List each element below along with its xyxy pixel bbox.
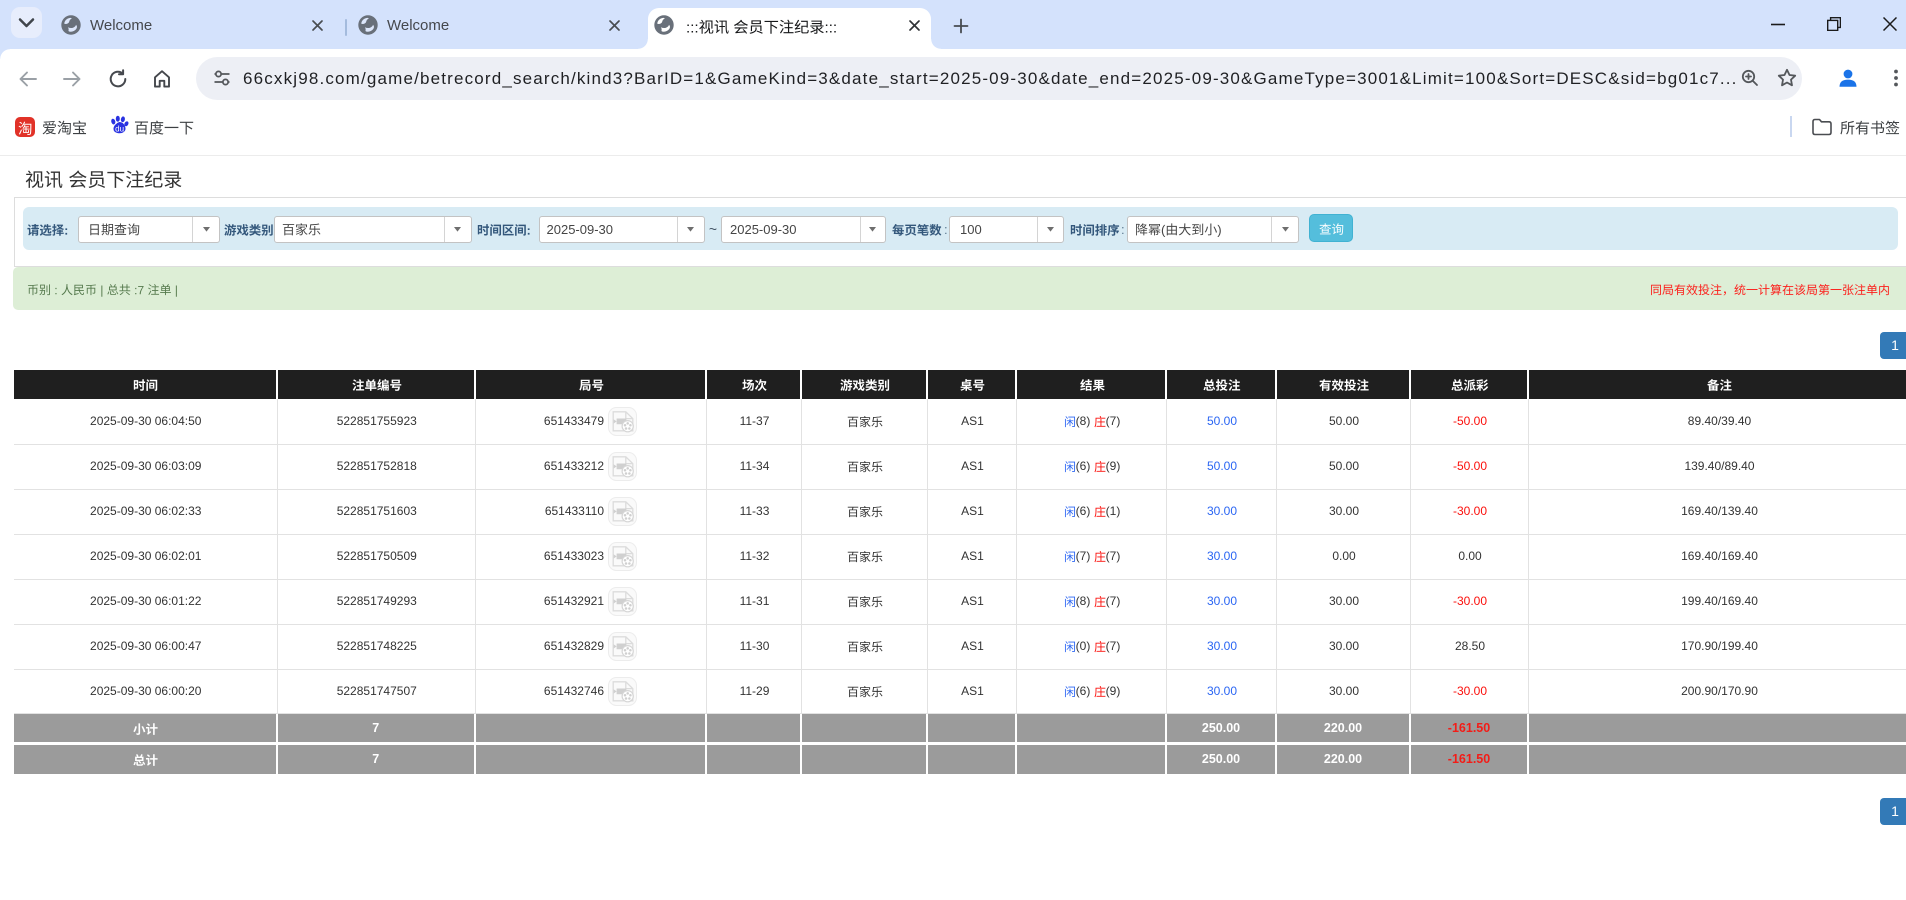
svg-text:du: du — [115, 124, 124, 133]
